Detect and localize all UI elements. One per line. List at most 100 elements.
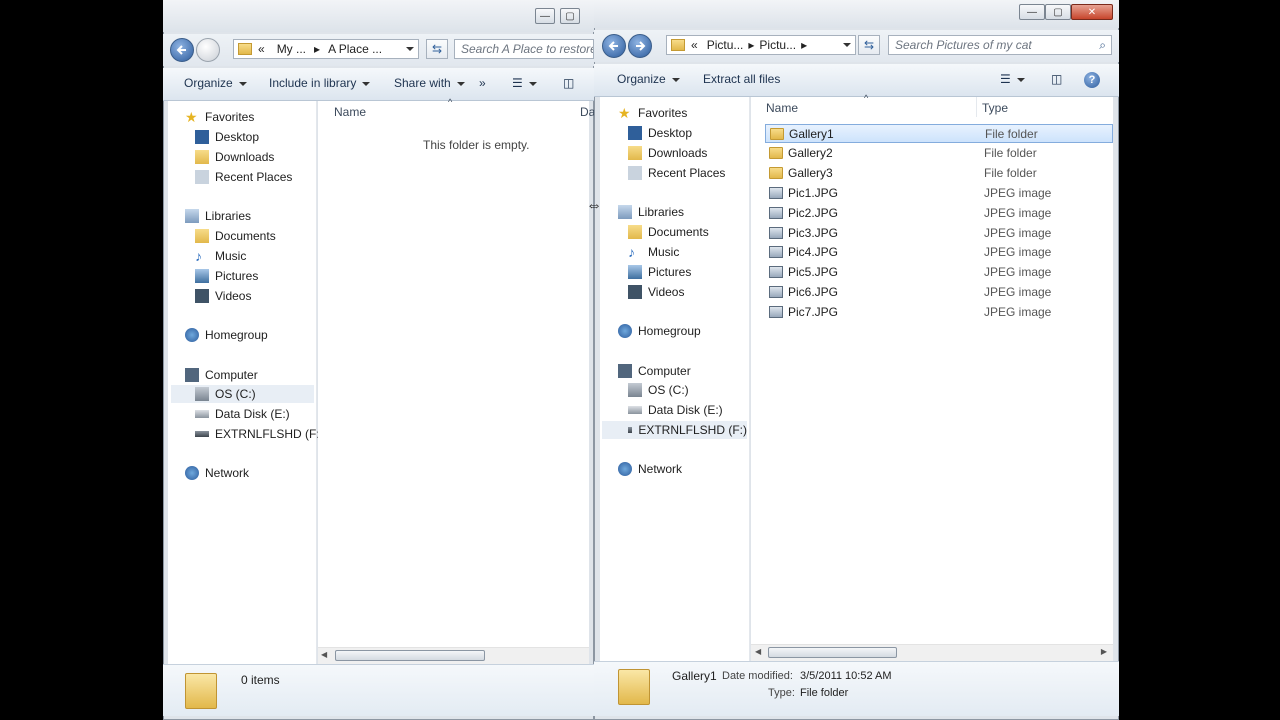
nav-os-drive[interactable]: OS (C:) [628, 381, 689, 399]
close-button[interactable]: ✕ [1071, 4, 1113, 20]
address-bar[interactable]: « My ... ▸ A Place ... [233, 39, 419, 59]
nav-documents[interactable]: Documents [628, 223, 709, 241]
file-row[interactable]: Gallery1 File folder [765, 124, 1113, 143]
scrollbar-thumb[interactable] [768, 647, 897, 658]
navigation-pane: ★ Favorites Desktop Downloads Recent Plac… [600, 97, 750, 664]
share-with-button[interactable]: Share with [394, 76, 465, 90]
file-row[interactable]: Pic7.JPG JPEG image [765, 302, 1117, 321]
title-bar[interactable]: — ▢ [163, 0, 594, 32]
include-in-library-button[interactable]: Include in library [269, 76, 371, 90]
maximize-button[interactable]: ▢ [560, 8, 580, 24]
address-overflow[interactable]: « [685, 38, 704, 52]
minimize-button[interactable]: — [535, 8, 555, 24]
nav-videos[interactable]: Videos [628, 283, 684, 301]
address-overflow[interactable]: « [252, 42, 271, 56]
right-explorer-window: — ▢ ✕ « Pictu... ▸ Pictu... ▸ ⇆ Search P… [594, 0, 1119, 720]
nav-computer[interactable]: Computer [618, 362, 691, 380]
refresh-button[interactable]: ⇆ [858, 35, 880, 55]
address-segment[interactable]: Pictu... [756, 38, 799, 52]
file-row[interactable]: Pic1.JPG JPEG image [765, 183, 1117, 202]
nav-data-disk[interactable]: Data Disk (E:) [195, 405, 290, 423]
nav-recent-places[interactable]: Recent Places [195, 168, 292, 186]
column-header-type[interactable]: Type [982, 101, 1008, 115]
image-file-icon [769, 266, 783, 279]
view-options-button[interactable]: ☰ [1000, 72, 1025, 86]
address-separator[interactable]: ▸ [746, 38, 756, 52]
computer-icon [185, 368, 199, 382]
nav-computer[interactable]: Computer [185, 366, 258, 384]
nav-network[interactable]: Network [185, 464, 249, 482]
nav-label: Recent Places [648, 166, 726, 180]
preview-pane-button[interactable]: ◫ [563, 76, 574, 90]
horizontal-scrollbar[interactable]: ◀ ▶ [751, 644, 1113, 661]
refresh-button[interactable]: ⇆ [426, 39, 448, 59]
nav-homegroup[interactable]: Homegroup [618, 322, 701, 340]
nav-network[interactable]: Network [618, 460, 682, 478]
address-segment[interactable]: Pictu... [704, 38, 747, 52]
nav-external-drive[interactable]: EXTRNLFLSHD (F:) [195, 425, 324, 443]
nav-favorites[interactable]: ★ Favorites [618, 104, 687, 122]
address-bar[interactable]: « Pictu... ▸ Pictu... ▸ [666, 35, 856, 55]
file-row[interactable]: Gallery2 File folder [765, 144, 1117, 163]
file-row[interactable]: Pic5.JPG JPEG image [765, 263, 1117, 282]
title-bar[interactable]: — ▢ ✕ [594, 0, 1119, 28]
forward-button[interactable] [196, 38, 220, 62]
nav-downloads[interactable]: Downloads [628, 144, 707, 162]
nav-data-disk[interactable]: Data Disk (E:) [628, 401, 723, 419]
minimize-button[interactable]: — [1019, 4, 1045, 20]
scroll-left-arrow-icon[interactable]: ◀ [755, 647, 761, 656]
nav-homegroup[interactable]: Homegroup [185, 326, 268, 344]
nav-pictures[interactable]: Pictures [628, 263, 691, 281]
chevron-down-icon [238, 81, 247, 86]
chevron-down-icon[interactable] [406, 47, 414, 51]
column-divider [976, 97, 977, 117]
nav-desktop[interactable]: Desktop [628, 124, 692, 142]
file-row[interactable]: Pic6.JPG JPEG image [765, 282, 1117, 301]
nav-pictures[interactable]: Pictures [195, 267, 258, 285]
help-button[interactable]: ? [1084, 72, 1100, 88]
organize-button[interactable]: Organize [617, 72, 680, 86]
file-row[interactable]: Pic2.JPG JPEG image [765, 203, 1117, 222]
forward-button[interactable] [628, 34, 652, 58]
scroll-left-arrow-icon[interactable]: ◀ [321, 650, 327, 659]
nav-external-drive[interactable]: EXTRNLFLSHD (F:) [602, 421, 747, 439]
back-button[interactable] [602, 34, 626, 58]
file-row[interactable]: Gallery3 File folder [765, 164, 1117, 183]
nav-libraries[interactable]: Libraries [618, 203, 684, 221]
preview-pane-button[interactable]: ◫ [1051, 72, 1062, 86]
extract-all-files-button[interactable]: Extract all files [703, 72, 780, 86]
nav-music[interactable]: ♪ Music [195, 247, 246, 265]
view-options-button[interactable]: ☰ [512, 76, 537, 90]
nav-videos[interactable]: Videos [195, 287, 251, 305]
maximize-button[interactable]: ▢ [1045, 4, 1071, 20]
more-commands-button[interactable]: » [479, 76, 486, 90]
file-row[interactable]: Pic3.JPG JPEG image [765, 223, 1117, 242]
nav-documents[interactable]: Documents [195, 227, 276, 245]
nav-label: Desktop [648, 126, 693, 140]
nav-label: Documents [648, 225, 709, 239]
file-row[interactable]: Pic4.JPG JPEG image [765, 243, 1117, 262]
search-input[interactable]: Search Pictures of my cat ⌕ [888, 35, 1112, 55]
address-separator[interactable]: ▸ [312, 42, 322, 56]
column-header-name[interactable]: Name [334, 105, 366, 119]
scroll-right-arrow-icon[interactable]: ▶ [1101, 647, 1107, 656]
nav-favorites[interactable]: ★ Favorites [185, 108, 254, 126]
address-segment[interactable]: My ... [271, 42, 312, 56]
nav-libraries[interactable]: Libraries [185, 207, 251, 225]
organize-button[interactable]: Organize [184, 76, 247, 90]
nav-music[interactable]: ♪ Music [628, 243, 679, 261]
nav-desktop[interactable]: Desktop [195, 128, 259, 146]
scrollbar-thumb[interactable] [335, 650, 485, 661]
address-segment[interactable]: A Place ... [322, 42, 388, 56]
chevron-down-icon[interactable] [843, 43, 851, 47]
folder-icon [238, 43, 252, 55]
back-button[interactable] [170, 38, 194, 62]
libraries-icon [185, 209, 199, 223]
nav-downloads[interactable]: Downloads [195, 148, 274, 166]
nav-recent-places[interactable]: Recent Places [628, 164, 725, 182]
address-separator[interactable]: ▸ [799, 38, 809, 52]
horizontal-scrollbar[interactable]: ◀ [318, 647, 589, 664]
column-header-name[interactable]: Name [766, 101, 798, 115]
search-input[interactable]: Search A Place to restore [454, 39, 594, 59]
nav-os-drive[interactable]: OS (C:) [171, 385, 314, 403]
